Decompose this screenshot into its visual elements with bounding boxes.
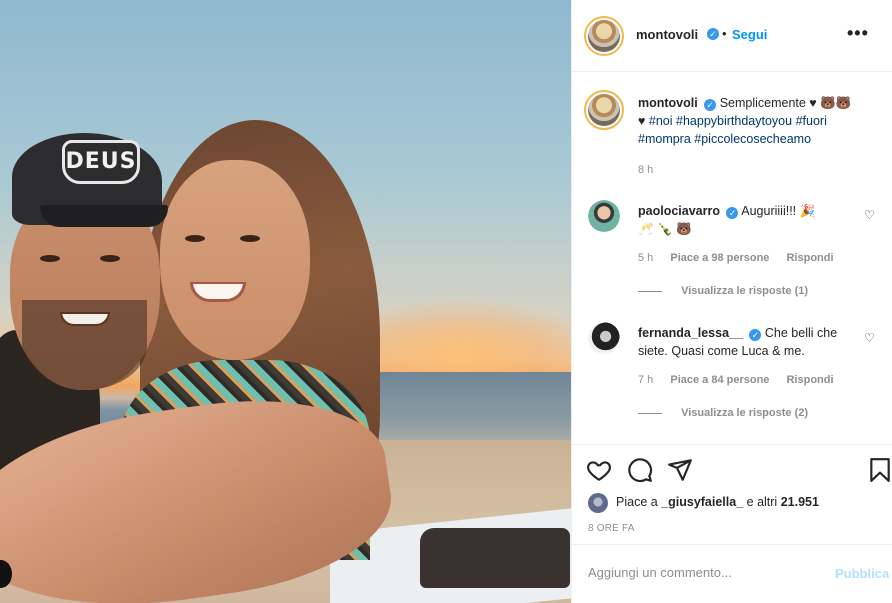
comment-username[interactable]: fernanda_lessa__ <box>638 326 743 340</box>
hashtag-link[interactable]: #noi <box>649 114 673 128</box>
comment-time[interactable]: 7 h <box>638 374 653 386</box>
author-username[interactable]: montovoli <box>636 27 698 42</box>
replies-divider <box>638 290 662 292</box>
comment-time[interactable]: 5 h <box>638 252 653 264</box>
comment-body: Che belli che <box>764 326 838 340</box>
view-replies-label: Visualizza le risposte (2) <box>681 407 809 419</box>
man-smile <box>60 312 110 326</box>
man-eye <box>100 255 120 262</box>
paper-plane-icon[interactable] <box>667 457 693 483</box>
caption-avatar[interactable] <box>584 90 624 130</box>
likes-count[interactable]: 21.951 <box>781 495 819 509</box>
commenter-avatar[interactable] <box>588 322 620 354</box>
more-options-icon[interactable]: ••• <box>847 23 869 44</box>
cap-brim <box>40 205 168 227</box>
caption-heart: ♥ <box>638 114 646 128</box>
view-replies-button[interactable]: Visualizza le risposte (2) <box>638 407 808 419</box>
verified-badge-icon: ✓ <box>704 99 717 111</box>
hashtag-link[interactable]: #fuori <box>796 114 827 128</box>
post-timestamp[interactable]: 8 ORE FA <box>588 523 635 534</box>
verified-badge-icon: ✓ <box>726 207 739 219</box>
commenter-avatar[interactable] <box>588 200 620 232</box>
comment-like-heart-icon[interactable]: ♡ <box>864 332 876 344</box>
caption-time-text[interactable]: 8 h <box>638 164 653 176</box>
follow-button[interactable]: Segui <box>732 27 767 42</box>
view-replies-button[interactable]: Visualizza le risposte (1) <box>638 285 808 297</box>
comment-body: Auguriiii!!! 🎉 <box>741 204 816 218</box>
comment-bubble-icon[interactable] <box>627 457 653 483</box>
woman-eye <box>240 235 260 242</box>
likes-prefix: Piace a <box>616 495 662 509</box>
post-photo[interactable]: DEUS <box>0 0 571 603</box>
post-actions: Piace a _giusyfaiella_ e altri 21.951 8 … <box>572 444 892 544</box>
comment-like-heart-icon[interactable]: ♡ <box>864 209 876 221</box>
comment-body-line2: siete. Quasi come Luca & me. <box>638 344 805 358</box>
view-replies-label: Visualizza le risposte (1) <box>681 285 809 297</box>
cap-logo: DEUS <box>62 140 140 184</box>
comment-body-line2: 🥂 🍾 🐻 <box>638 222 692 236</box>
caption-body: Semplicemente ♥ 🐻🐻 <box>719 96 852 110</box>
hashtag-link[interactable]: #piccolecosecheamo <box>694 132 811 146</box>
comments-list[interactable]: montovoli ✓ Semplicemente ♥ 🐻🐻 ♥ #noi #h… <box>572 72 892 444</box>
comment-likes[interactable]: Piace a 84 persone <box>670 374 769 386</box>
caption-text: montovoli ✓ Semplicemente ♥ 🐻🐻 ♥ #noi #h… <box>638 94 878 148</box>
comment-username[interactable]: paolociavarro <box>638 204 720 218</box>
woman-eye <box>185 235 205 242</box>
liker-avatar[interactable] <box>588 493 608 513</box>
caption-time: 8 h <box>638 164 653 176</box>
bookmark-icon[interactable] <box>867 457 892 483</box>
author-avatar[interactable] <box>584 16 624 56</box>
woman-face <box>160 160 310 360</box>
replies-divider <box>638 412 662 414</box>
reply-button[interactable]: Rispondi <box>786 374 833 386</box>
comment-text: fernanda_lessa__ ✓ Che belli che siete. … <box>638 324 878 360</box>
man-eye <box>40 255 60 262</box>
verified-badge-icon: ✓ <box>749 329 762 341</box>
hashtag-link[interactable]: #mompra <box>638 132 691 146</box>
post-header: montovoli ✓ • Segui ••• <box>572 0 892 72</box>
hashtag-link[interactable]: #happybirthdaytoyou <box>676 114 792 128</box>
comment-input[interactable] <box>588 565 818 580</box>
liker-username[interactable]: _giusyfaiella_ <box>661 495 743 509</box>
reply-button[interactable]: Rispondi <box>786 252 833 264</box>
heart-icon[interactable] <box>586 457 612 483</box>
verified-badge-icon: ✓ <box>707 28 719 40</box>
bag <box>420 528 570 588</box>
comment-meta: 7 h Piace a 84 persone Rispondi <box>638 374 834 386</box>
comment-meta: 5 h Piace a 98 persone Rispondi <box>638 252 834 264</box>
caption-username[interactable]: montovoli <box>638 96 698 110</box>
separator-dot: • <box>722 26 727 41</box>
likes-middle: e altri <box>743 495 781 509</box>
likes-text: Piace a _giusyfaiella_ e altri 21.951 <box>616 495 819 509</box>
add-comment-bar: Pubblica <box>572 544 892 603</box>
comment-text: paolociavarro ✓ Auguriiii!!! 🎉 🥂 🍾 🐻 <box>638 202 878 238</box>
comment-likes[interactable]: Piace a 98 persone <box>670 252 769 264</box>
publish-button[interactable]: Pubblica <box>835 566 889 581</box>
post-side-panel: montovoli ✓ • Segui ••• montovoli ✓ Semp… <box>571 0 892 603</box>
